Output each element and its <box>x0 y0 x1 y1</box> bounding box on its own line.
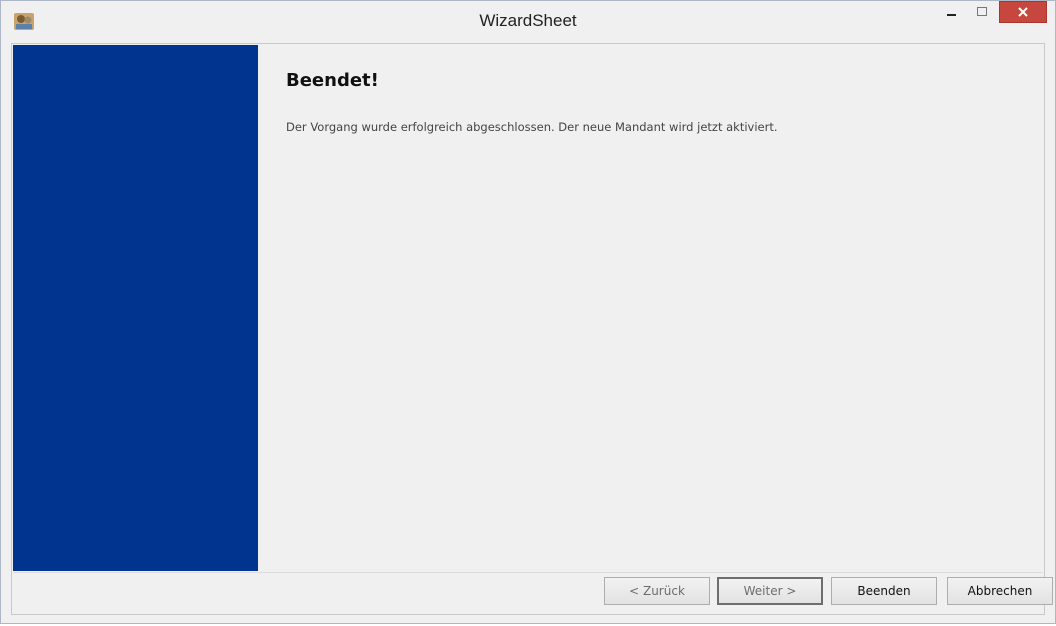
wizard-content: Beendet! Der Vorgang wurde erfolgreich a… <box>11 43 1053 615</box>
close-icon <box>1017 3 1029 22</box>
wizard-window: WizardSheet Beendet! Der Vorgang wurde e… <box>0 0 1056 624</box>
title-bar[interactable]: WizardSheet <box>1 1 1055 43</box>
minimize-icon <box>946 3 958 22</box>
back-button[interactable]: < Zurück <box>604 577 710 605</box>
cancel-button[interactable]: Abbrechen <box>947 577 1053 605</box>
maximize-button[interactable] <box>969 1 995 23</box>
wizard-side-panel <box>13 45 258 571</box>
next-button[interactable]: Weiter > <box>717 577 823 605</box>
close-button[interactable] <box>999 1 1047 23</box>
finish-button[interactable]: Beenden <box>831 577 937 605</box>
divider <box>13 572 1043 573</box>
window-title: WizardSheet <box>479 11 577 30</box>
page-title: Beendet! <box>286 70 379 91</box>
maximize-icon <box>976 3 988 22</box>
minimize-button[interactable] <box>939 1 965 23</box>
status-message: Der Vorgang wurde erfolgreich abgeschlos… <box>286 120 778 134</box>
